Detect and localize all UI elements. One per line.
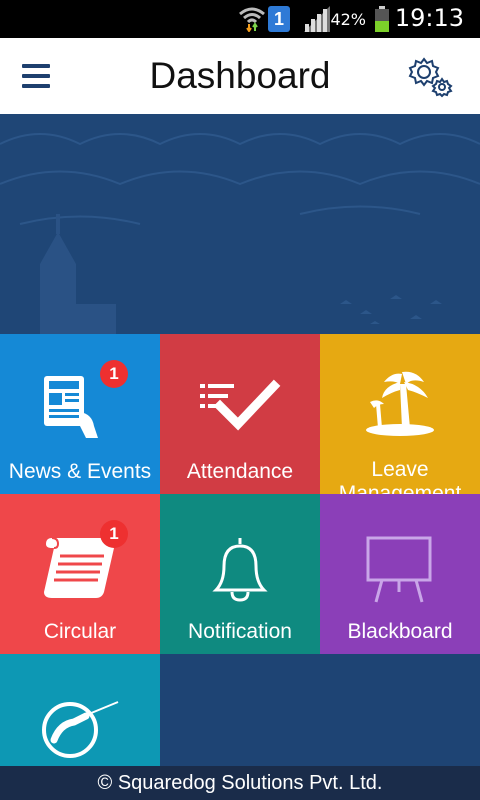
clock: 19:13 [394,4,464,32]
blackboard-icon [366,536,432,603]
tile-label: Blackboard [347,620,453,643]
bell-icon [212,538,268,602]
empty-grid-area [160,654,480,766]
circular-badge: 1 [100,520,128,548]
tile-label: Leave Management [338,458,462,494]
tile-news-events[interactable]: 1 News & Events [0,334,160,494]
footer: © Squaredog Solutions Pvt. Ltd. [0,766,480,800]
tile-circular[interactable]: 1 Circular [0,494,160,654]
tile-blackboard[interactable]: Blackboard [320,494,480,654]
sim-icon: 1 [268,6,290,32]
settings-icon[interactable] [406,56,454,98]
palm-tree-icon [366,371,434,436]
tile-label: Notification [188,620,292,643]
tile-notification[interactable]: Notification [160,494,320,654]
status-bar: 1 42% 19:13 [0,0,480,38]
battery-percent: 42% [330,10,366,29]
signal-icon [304,6,330,32]
app-bar: Dashboard [0,38,480,114]
wifi-icon [239,7,265,32]
news-badge: 1 [100,360,128,388]
newspaper-icon [44,376,98,438]
tile-leave-management[interactable]: Leave Management [320,334,480,494]
tile-label: Circular [43,620,117,643]
hero-banner [0,114,480,334]
conductor-icon [42,701,119,758]
tile-label: Attendance [186,460,294,483]
checklist-icon [200,379,281,431]
battery-icon [375,6,389,32]
banner-illustration [0,133,480,334]
tile-conductor[interactable] [0,654,160,766]
tile-attendance[interactable]: Attendance [160,334,320,494]
scroll-icon [44,537,115,598]
tile-label: News & Events [8,460,152,483]
